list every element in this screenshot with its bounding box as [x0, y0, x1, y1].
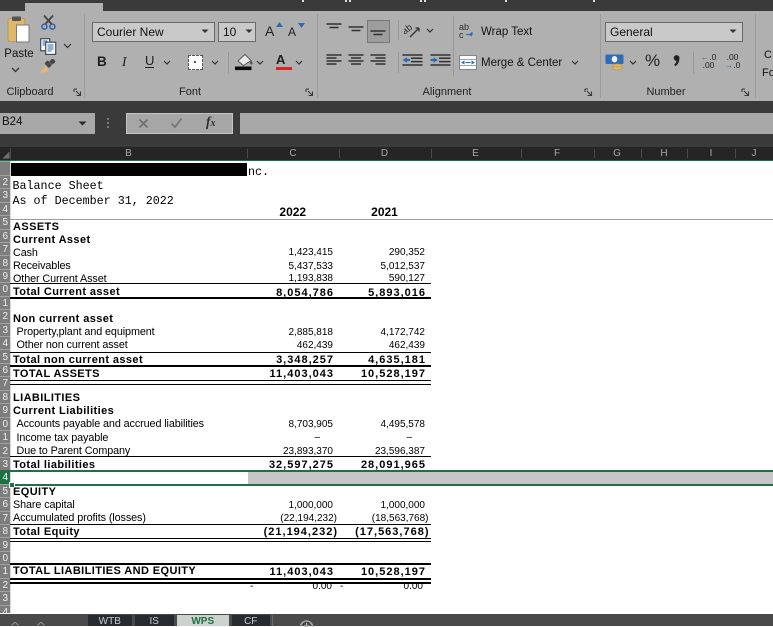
svg-text:ab: ab	[404, 22, 415, 37]
svg-text:c: c	[459, 30, 464, 39]
